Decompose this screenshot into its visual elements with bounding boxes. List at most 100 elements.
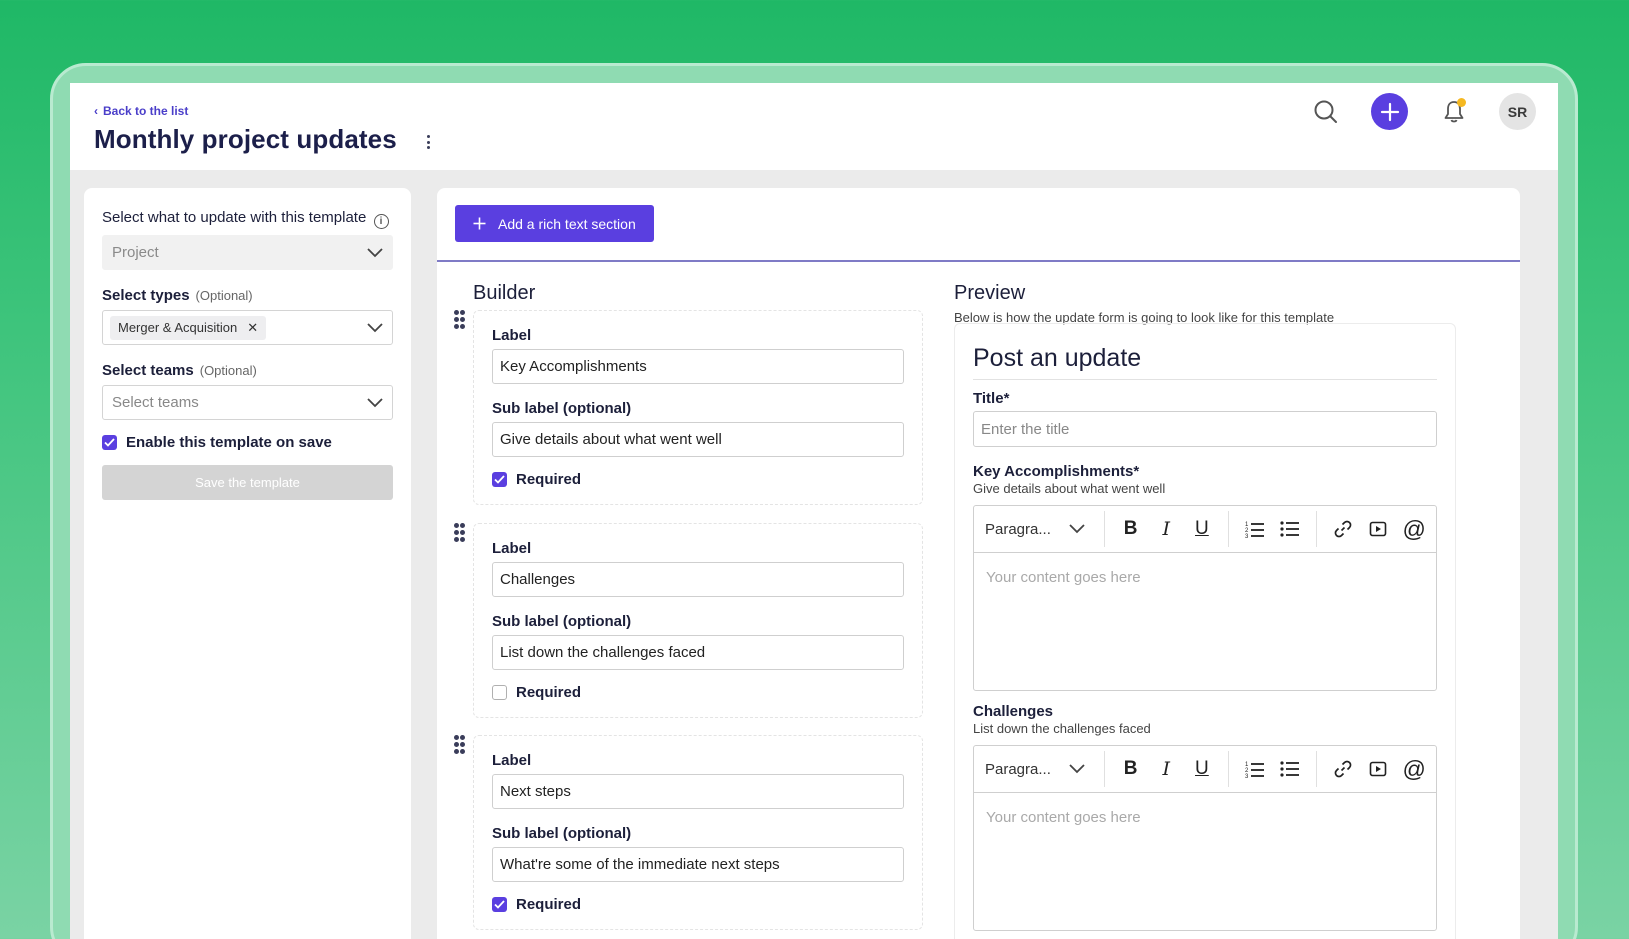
section-sublabel: List down the challenges faced <box>973 721 1151 736</box>
app-window: ‹ Back to the list Monthly project updat… <box>70 83 1558 939</box>
enable-template-checkbox[interactable] <box>102 435 117 450</box>
label-heading: Label <box>492 752 532 769</box>
link-icon[interactable] <box>1325 751 1361 787</box>
check-icon <box>104 438 115 447</box>
paragraph-select[interactable]: Paragra... <box>985 521 1096 538</box>
info-icon[interactable]: i <box>373 214 389 229</box>
chevron-down-icon <box>367 247 383 257</box>
chevron-down-icon <box>367 322 383 332</box>
mention-icon[interactable]: @ <box>1396 511 1432 547</box>
preview-form: Post an update Title* Enter the title Ke… <box>954 323 1456 939</box>
rich-text-editor: Paragra... B I U 123 @ Your content goes… <box>973 505 1437 691</box>
italic-icon[interactable]: I <box>1148 751 1184 787</box>
teams-placeholder: Select teams <box>112 394 199 411</box>
editor-toolbar: Paragra... B I U 123 @ <box>974 506 1436 553</box>
svg-text:3: 3 <box>1245 534 1249 538</box>
bullet-list-icon[interactable] <box>1272 511 1308 547</box>
sublabel-heading: Sub label (optional) <box>492 825 632 842</box>
select-teams-label: Select teams (Optional) <box>102 362 257 379</box>
field-card: Label Challenges Sub label (optional) Li… <box>454 523 923 718</box>
editor-content-area[interactable]: Your content goes here <box>974 793 1436 930</box>
remove-chip-icon[interactable]: ✕ <box>247 320 258 336</box>
video-embed-icon[interactable] <box>1361 751 1397 787</box>
required-row: Required <box>492 684 904 701</box>
svg-text:3: 3 <box>1245 774 1249 778</box>
notification-dot <box>1457 98 1466 107</box>
more-options-icon[interactable] <box>422 132 434 152</box>
label-heading: Label <box>492 540 532 557</box>
preview-title: Preview <box>954 282 1026 304</box>
check-icon <box>494 475 505 484</box>
sublabel-input[interactable]: Give details about what went well <box>492 422 904 457</box>
types-select[interactable]: Merger & Acquisition ✕ <box>102 310 393 345</box>
bold-icon[interactable]: B <box>1113 751 1149 787</box>
title-input[interactable]: Enter the title <box>973 411 1437 447</box>
post-update-title: Post an update <box>973 344 1437 380</box>
section-label: Challenges <box>973 703 1054 720</box>
required-row: Required <box>492 896 904 913</box>
ordered-list-icon[interactable]: 123 <box>1237 511 1273 547</box>
editor-content-area[interactable]: Your content goes here <box>974 553 1436 690</box>
sublabel-input[interactable]: List down the challenges faced <box>492 635 904 670</box>
underline-icon[interactable]: U <box>1184 511 1220 547</box>
create-button[interactable] <box>1371 93 1408 130</box>
add-rich-text-section-button[interactable]: Add a rich text section <box>455 205 654 242</box>
check-icon <box>494 900 505 909</box>
back-link[interactable]: ‹ Back to the list <box>94 104 188 118</box>
drag-handle-icon[interactable] <box>454 310 466 332</box>
chevron-down-icon <box>1069 764 1085 774</box>
teams-select[interactable]: Select teams <box>102 385 393 420</box>
sublabel-heading: Sub label (optional) <box>492 400 632 417</box>
bullet-list-icon[interactable] <box>1272 751 1308 787</box>
video-embed-icon[interactable] <box>1361 511 1397 547</box>
label-input[interactable]: Key Accomplishments <box>492 349 904 384</box>
update-target-select[interactable]: Project <box>102 235 393 270</box>
required-checkbox[interactable] <box>492 472 507 487</box>
underline-icon[interactable]: U <box>1184 751 1220 787</box>
enable-template-row: Enable this template on save <box>102 434 393 451</box>
rich-text-editor: Paragra... B I U 123 @ Your content goes… <box>973 745 1437 931</box>
sublabel-input[interactable]: What're some of the immediate next steps <box>492 847 904 882</box>
builder-title: Builder <box>473 282 536 304</box>
select-types-label: Select types (Optional) <box>102 287 253 304</box>
drag-handle-icon[interactable] <box>454 523 466 545</box>
type-chip: Merger & Acquisition ✕ <box>110 315 267 340</box>
label-heading: Label <box>492 327 532 344</box>
paragraph-select[interactable]: Paragra... <box>985 761 1096 778</box>
section-divider <box>437 260 1520 262</box>
required-checkbox[interactable] <box>492 897 507 912</box>
italic-icon[interactable]: I <box>1148 511 1184 547</box>
mention-icon[interactable]: @ <box>1396 751 1432 787</box>
label-input[interactable]: Next steps <box>492 774 904 809</box>
chevron-down-icon <box>367 397 383 407</box>
user-avatar[interactable]: SR <box>1499 93 1536 130</box>
sublabel-heading: Sub label (optional) <box>492 613 632 630</box>
save-template-button[interactable]: Save the template <box>102 465 393 500</box>
update-target-value: Project <box>112 244 159 261</box>
field-card: Label Next steps Sub label (optional) Wh… <box>454 735 923 930</box>
section-sublabel: Give details about what went well <box>973 481 1166 496</box>
label-input[interactable]: Challenges <box>492 562 904 597</box>
required-row: Required <box>492 471 904 488</box>
select-what-label: Select what to update with this template… <box>102 206 393 229</box>
template-settings-panel: Select what to update with this template… <box>84 188 411 939</box>
chevron-left-icon: ‹ <box>94 104 98 118</box>
search-icon[interactable] <box>1307 93 1344 130</box>
link-icon[interactable] <box>1325 511 1361 547</box>
top-actions: SR <box>1307 93 1536 130</box>
builder-main-panel: Add a rich text section Builder Preview … <box>437 188 1520 939</box>
field-card: Label Key Accomplishments Sub label (opt… <box>454 310 923 505</box>
top-bar: ‹ Back to the list Monthly project updat… <box>70 83 1558 170</box>
required-checkbox[interactable] <box>492 685 507 700</box>
title-field-label: Title* <box>973 390 1010 407</box>
required-label: Required <box>516 684 582 701</box>
plus-icon <box>1380 102 1399 121</box>
editor-toolbar: Paragra... B I U 123 @ <box>974 746 1436 793</box>
drag-handle-icon[interactable] <box>454 735 466 757</box>
section-label: Key Accomplishments* <box>973 463 1140 480</box>
enable-template-label: Enable this template on save <box>126 434 332 451</box>
chevron-down-icon <box>1069 524 1085 534</box>
bold-icon[interactable]: B <box>1113 511 1149 547</box>
notifications-button[interactable] <box>1435 93 1472 130</box>
ordered-list-icon[interactable]: 123 <box>1237 751 1273 787</box>
